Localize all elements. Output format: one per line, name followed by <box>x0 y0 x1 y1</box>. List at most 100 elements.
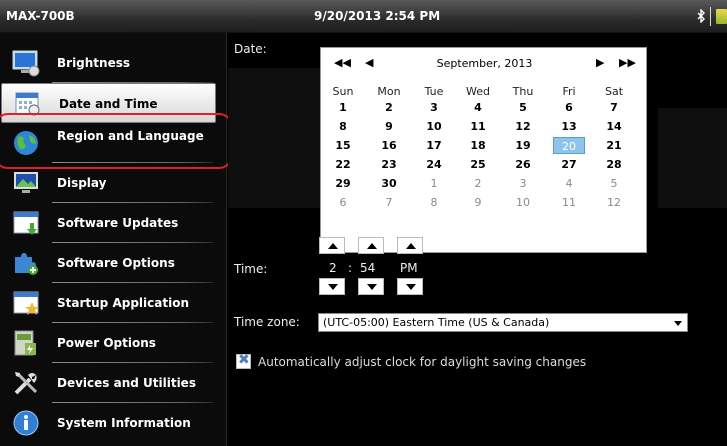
calendar-day[interactable]: 4 <box>462 99 494 116</box>
sidebar-item-software-options[interactable]: Software Options <box>0 243 227 283</box>
calendar-day-other-month[interactable]: 1 <box>418 175 450 192</box>
calendar-day[interactable]: 29 <box>327 175 359 192</box>
date-picker-calendar[interactable]: ◀◀ ◀ September, 2013 ▶ ▶▶ Sun Mon Tue Wed Th… <box>320 47 647 253</box>
minute-up-button[interactable] <box>358 237 384 254</box>
selection-highlight-ring <box>0 113 233 169</box>
weekday-label: Wed <box>466 85 490 98</box>
calendar-day-other-month[interactable]: 3 <box>507 175 539 192</box>
calendar-day-other-month[interactable]: 9 <box>462 194 494 211</box>
calendar-day[interactable]: 24 <box>418 156 450 173</box>
calendar-day[interactable]: 6 <box>553 99 585 116</box>
calendar-day[interactable]: 28 <box>598 156 630 173</box>
next-year-button[interactable]: ▶▶ <box>619 56 636 69</box>
sidebar-item-label: Devices and Utilities <box>57 376 196 390</box>
next-month-button[interactable]: ▶ <box>596 56 604 69</box>
date-label: Date: <box>234 42 267 56</box>
calendar-day[interactable]: 20 <box>553 137 585 154</box>
calendar-day[interactable]: 7 <box>598 99 630 116</box>
chevron-down-icon <box>674 321 682 326</box>
ampm-up-button[interactable] <box>397 237 423 254</box>
calendar-day-other-month[interactable]: 11 <box>553 194 585 211</box>
calendar-day-other-month[interactable]: 12 <box>598 194 630 211</box>
calendar-day[interactable]: 27 <box>553 156 585 173</box>
calendar-day[interactable]: 16 <box>373 137 405 154</box>
calendar-day[interactable]: 5 <box>507 99 539 116</box>
up-arrow-icon <box>328 243 338 249</box>
calendar-day[interactable]: 30 <box>373 175 405 192</box>
sidebar-item-label: Startup Application <box>57 296 189 310</box>
calendar-day[interactable]: 9 <box>373 118 405 135</box>
minute-down-button[interactable] <box>358 278 384 295</box>
calendar-day[interactable]: 1 <box>327 99 359 116</box>
calendar-day[interactable]: 2 <box>373 99 405 116</box>
calendar-day-other-month[interactable]: 8 <box>418 194 450 211</box>
calendar-day[interactable]: 21 <box>598 137 630 154</box>
calendar-day[interactable]: 22 <box>327 156 359 173</box>
calendar-day[interactable]: 23 <box>373 156 405 173</box>
sidebar-item-brightness[interactable]: Brightness <box>0 43 227 83</box>
calendar-day[interactable]: 15 <box>327 137 359 154</box>
calendar-day[interactable]: 10 <box>418 118 450 135</box>
calendar-day[interactable]: 11 <box>462 118 494 135</box>
calendar-day[interactable]: 13 <box>553 118 585 135</box>
sidebar-item-label: Software Options <box>57 256 175 270</box>
sidebar-item-label: Software Updates <box>57 216 179 230</box>
calendar-day-other-month[interactable]: 7 <box>373 194 405 211</box>
puzzle-icon <box>12 249 40 277</box>
software-updates-icon <box>12 209 40 237</box>
sidebar-item-system-information[interactable]: System Information <box>0 403 227 443</box>
ampm-down-button[interactable] <box>397 278 423 295</box>
device-name: MAX-700B <box>6 9 75 23</box>
title-separator <box>710 7 711 26</box>
dst-checkbox-label[interactable]: Automatically adjust clock for daylight … <box>258 355 586 369</box>
sidebar-item-label: Power Options <box>57 336 156 350</box>
timezone-label: Time zone: <box>234 315 300 329</box>
hour-value[interactable]: 2 <box>329 261 337 275</box>
display-icon <box>12 169 40 197</box>
background-shadow <box>658 108 727 208</box>
calendar-day[interactable]: 17 <box>418 137 450 154</box>
tools-icon <box>12 369 40 397</box>
sidebar-item-label: Date and Time <box>59 97 158 111</box>
sidebar-item-display[interactable]: Display <box>0 163 227 203</box>
calendar-day[interactable]: 25 <box>462 156 494 173</box>
sidebar-item-label: Display <box>57 176 107 190</box>
calendar-day[interactable]: 8 <box>327 118 359 135</box>
sidebar-item-software-updates[interactable]: Software Updates <box>0 203 227 243</box>
timezone-select[interactable]: (UTC-05:00) Eastern Time (US & Canada) <box>318 313 688 332</box>
calendar-day[interactable]: 12 <box>507 118 539 135</box>
down-arrow-icon <box>406 284 416 290</box>
calendar-day-other-month[interactable]: 5 <box>598 175 630 192</box>
calendar-day-other-month[interactable]: 2 <box>462 175 494 192</box>
calendar-day[interactable]: 19 <box>507 137 539 154</box>
calendar-day[interactable]: 3 <box>418 99 450 116</box>
sidebar-item-startup-application[interactable]: Startup Application <box>0 283 227 323</box>
calendar-day-other-month[interactable]: 4 <box>553 175 585 192</box>
calendar-day[interactable]: 14 <box>598 118 630 135</box>
weekday-label: Thu <box>512 85 534 98</box>
calendar-day[interactable]: 18 <box>462 137 494 154</box>
info-icon <box>12 409 40 437</box>
sidebar-item-label: System Information <box>57 416 191 430</box>
power-icon <box>12 329 40 357</box>
minute-value[interactable]: 54 <box>360 261 375 275</box>
ampm-value[interactable]: PM <box>400 261 418 275</box>
background-shadow <box>228 68 323 208</box>
time-label: Time: <box>234 262 268 276</box>
timezone-value: (UTC-05:00) Eastern Time (US & Canada) <box>323 316 550 329</box>
calendar-day-other-month[interactable]: 10 <box>507 194 539 211</box>
dst-checkbox[interactable]: ✖ <box>236 352 251 369</box>
sidebar-item-power-options[interactable]: Power Options <box>0 323 227 363</box>
calendar-day-other-month[interactable]: 6 <box>327 194 359 211</box>
calendar-day[interactable]: 26 <box>507 156 539 173</box>
down-arrow-icon <box>328 284 338 290</box>
brightness-icon <box>12 49 40 77</box>
checkmark-icon: ✖ <box>238 352 250 368</box>
weekday-label: Fri <box>562 85 576 98</box>
hour-down-button[interactable] <box>319 278 345 295</box>
settings-sidebar: Brightness Date and Time Region and Lang… <box>0 33 233 446</box>
time-separator: : <box>348 261 353 275</box>
up-arrow-icon <box>367 243 377 249</box>
hour-up-button[interactable] <box>319 237 345 254</box>
sidebar-item-devices-and-utilities[interactable]: Devices and Utilities <box>0 363 227 403</box>
